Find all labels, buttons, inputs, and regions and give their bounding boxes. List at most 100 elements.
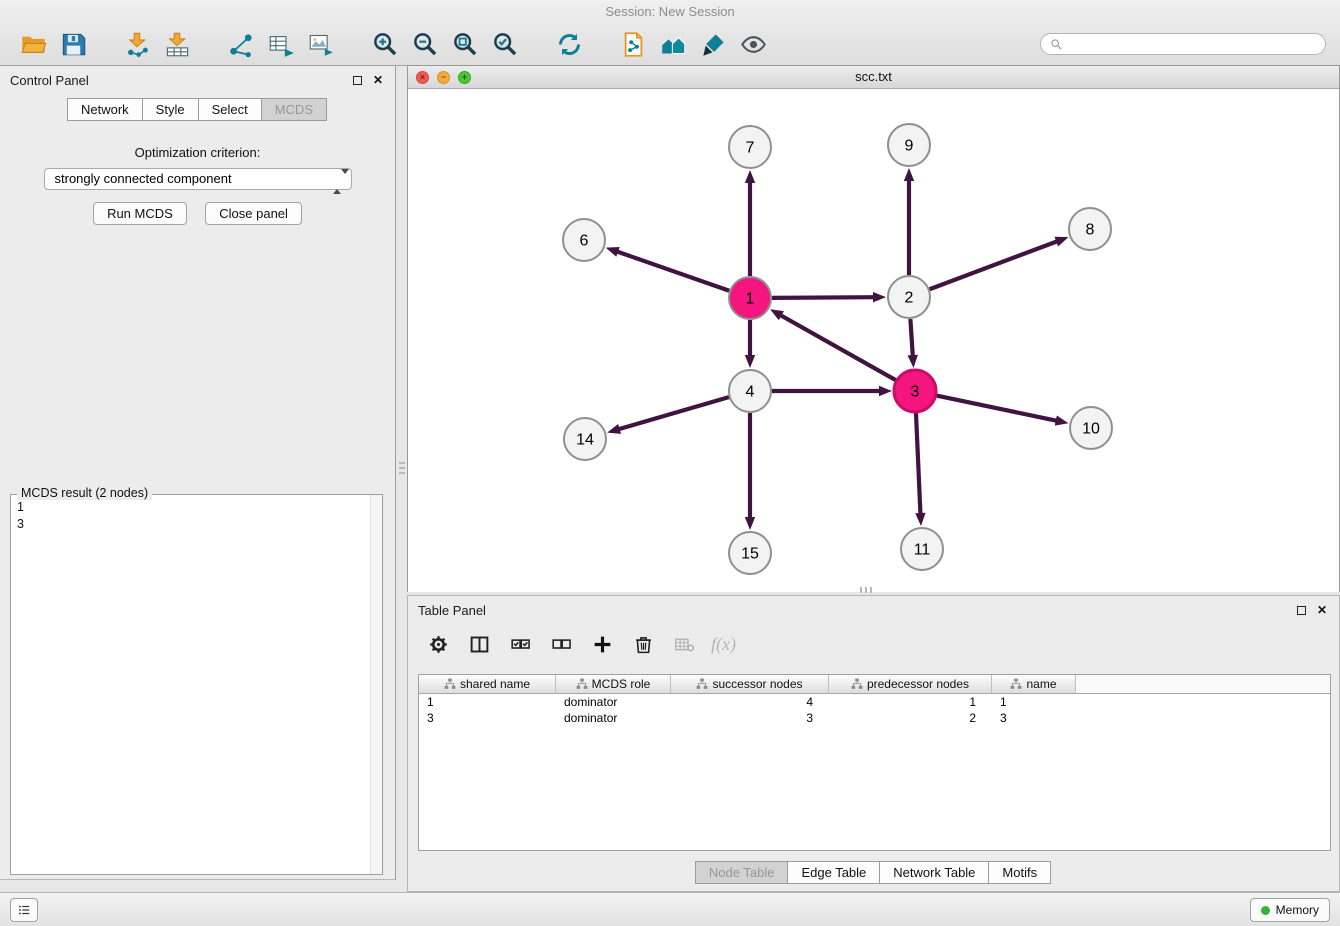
table-cell[interactable]: 4 bbox=[671, 694, 829, 710]
result-scrollbar[interactable] bbox=[370, 495, 382, 874]
table-cell[interactable]: dominator bbox=[556, 694, 671, 710]
deselect-all-columns-button[interactable] bbox=[547, 630, 575, 658]
search-input[interactable] bbox=[1068, 36, 1316, 52]
style-painter-button[interactable] bbox=[696, 27, 730, 61]
overview-button[interactable] bbox=[656, 27, 690, 61]
memory-button[interactable]: Memory bbox=[1250, 898, 1330, 922]
window-zoom-button[interactable]: + bbox=[458, 71, 471, 84]
export-network-button[interactable] bbox=[224, 27, 258, 61]
table-cell[interactable]: 1 bbox=[829, 694, 992, 710]
zoom-selected-button[interactable] bbox=[488, 27, 522, 61]
float-panel-icon[interactable] bbox=[353, 76, 362, 85]
table-tab-motifs[interactable]: Motifs bbox=[988, 861, 1051, 884]
horizontal-splitter-handle[interactable] bbox=[860, 587, 872, 593]
graph-node-7[interactable]: 7 bbox=[729, 126, 771, 168]
control-tab-network[interactable]: Network bbox=[67, 98, 143, 121]
graph-node-3[interactable]: 3 bbox=[894, 370, 936, 412]
zoom-out-button[interactable] bbox=[408, 27, 442, 61]
column-header-successor-nodes[interactable]: successor nodes bbox=[671, 675, 829, 694]
column-header-shared-name[interactable]: shared name bbox=[419, 675, 556, 694]
table-settings-button[interactable] bbox=[424, 630, 452, 658]
table-toolbar: f(x) bbox=[408, 622, 1339, 666]
close-table-panel-icon[interactable]: ✕ bbox=[1317, 605, 1327, 616]
column-header-MCDS-role[interactable]: MCDS role bbox=[556, 675, 671, 694]
table-row[interactable]: 3dominator323 bbox=[419, 710, 1330, 726]
network-canvas[interactable]: 7 9 6 8 1 2 4 3 14 10 15 11 bbox=[408, 89, 1339, 592]
window-close-button[interactable]: × bbox=[416, 71, 429, 84]
import-network-button[interactable] bbox=[120, 27, 154, 61]
select-all-columns-button[interactable] bbox=[506, 630, 534, 658]
edge-arrowhead bbox=[1055, 416, 1069, 426]
task-history-button[interactable] bbox=[10, 898, 38, 922]
edge-3-11[interactable] bbox=[916, 413, 921, 516]
optimization-criterion-select[interactable]: strongly connected component bbox=[44, 168, 352, 190]
zoom-fit-button[interactable] bbox=[448, 27, 482, 61]
edge-1-2[interactable] bbox=[772, 297, 876, 298]
vertical-splitter-handle[interactable] bbox=[399, 462, 405, 474]
show-columns-button[interactable] bbox=[465, 630, 493, 658]
float-table-panel-icon[interactable] bbox=[1297, 606, 1306, 615]
function-builder-button[interactable]: f(x) bbox=[711, 634, 736, 655]
status-bar: Memory bbox=[0, 892, 1340, 926]
memory-status-dot bbox=[1261, 906, 1270, 915]
edge-1-6[interactable] bbox=[615, 251, 729, 291]
delete-column-button[interactable] bbox=[629, 630, 657, 658]
graph-node-11[interactable]: 11 bbox=[901, 528, 943, 570]
node-label: 9 bbox=[905, 138, 914, 155]
graph-node-4[interactable]: 4 bbox=[729, 370, 771, 412]
trash-icon bbox=[633, 634, 654, 655]
column-header-name[interactable]: name bbox=[992, 675, 1076, 694]
edge-arrowhead bbox=[745, 517, 755, 530]
node-label: 7 bbox=[746, 140, 755, 157]
dropdown-stepper-icon bbox=[333, 172, 346, 192]
control-tab-style[interactable]: Style bbox=[142, 98, 199, 121]
export-table-button[interactable] bbox=[264, 27, 298, 61]
table-cell[interactable]: 1 bbox=[992, 694, 1076, 710]
export-image-button[interactable] bbox=[304, 27, 338, 61]
open-session-button[interactable] bbox=[16, 27, 50, 61]
table-cell[interactable]: 2 bbox=[829, 710, 992, 726]
window-minimize-button[interactable]: − bbox=[437, 71, 450, 84]
save-session-button[interactable] bbox=[56, 27, 90, 61]
graph-node-2[interactable]: 2 bbox=[888, 276, 930, 318]
edge-4-14[interactable] bbox=[617, 397, 729, 430]
column-tree-icon bbox=[444, 678, 456, 690]
table-cell[interactable]: 3 bbox=[419, 710, 556, 726]
column-header-predecessor-nodes[interactable]: predecessor nodes bbox=[829, 675, 992, 694]
close-panel-button[interactable]: Close panel bbox=[205, 202, 302, 225]
delete-table-button[interactable] bbox=[670, 630, 698, 658]
table-cell[interactable]: 3 bbox=[992, 710, 1076, 726]
graph-node-9[interactable]: 9 bbox=[888, 124, 930, 166]
close-panel-icon[interactable]: ✕ bbox=[373, 75, 383, 86]
table-panel-title: Table Panel bbox=[418, 603, 486, 618]
control-tab-mcds[interactable]: MCDS bbox=[261, 98, 327, 121]
graph-node-1[interactable]: 1 bbox=[729, 277, 771, 319]
run-mcds-button[interactable]: Run MCDS bbox=[93, 202, 187, 225]
import-table-button[interactable] bbox=[160, 27, 194, 61]
graph-node-10[interactable]: 10 bbox=[1070, 407, 1112, 449]
edge-2-3[interactable] bbox=[910, 319, 912, 358]
graph-node-6[interactable]: 6 bbox=[563, 219, 605, 261]
edge-2-8[interactable] bbox=[930, 241, 1060, 290]
graph-node-14[interactable]: 14 bbox=[564, 418, 606, 460]
edge-3-1[interactable] bbox=[779, 314, 896, 380]
table-tab-node-table[interactable]: Node Table bbox=[695, 861, 789, 884]
control-tab-select[interactable]: Select bbox=[198, 98, 262, 121]
table-tab-network-table[interactable]: Network Table bbox=[879, 861, 989, 884]
graph-node-8[interactable]: 8 bbox=[1069, 208, 1111, 250]
edge-3-10[interactable] bbox=[937, 396, 1059, 422]
zoom-out-icon bbox=[412, 31, 439, 58]
add-column-button[interactable] bbox=[588, 630, 616, 658]
table-cell[interactable]: 1 bbox=[419, 694, 556, 710]
table-cell[interactable]: 3 bbox=[671, 710, 829, 726]
refresh-button[interactable] bbox=[552, 27, 586, 61]
network-document-button[interactable] bbox=[616, 27, 650, 61]
table-cell[interactable]: dominator bbox=[556, 710, 671, 726]
node-label: 8 bbox=[1086, 222, 1095, 239]
toggle-visibility-button[interactable] bbox=[736, 27, 770, 61]
zoom-in-button[interactable] bbox=[368, 27, 402, 61]
table-row[interactable]: 1dominator411 bbox=[419, 694, 1330, 710]
graph-node-15[interactable]: 15 bbox=[729, 532, 771, 574]
import-network-icon bbox=[124, 31, 151, 58]
table-tab-edge-table[interactable]: Edge Table bbox=[787, 861, 880, 884]
